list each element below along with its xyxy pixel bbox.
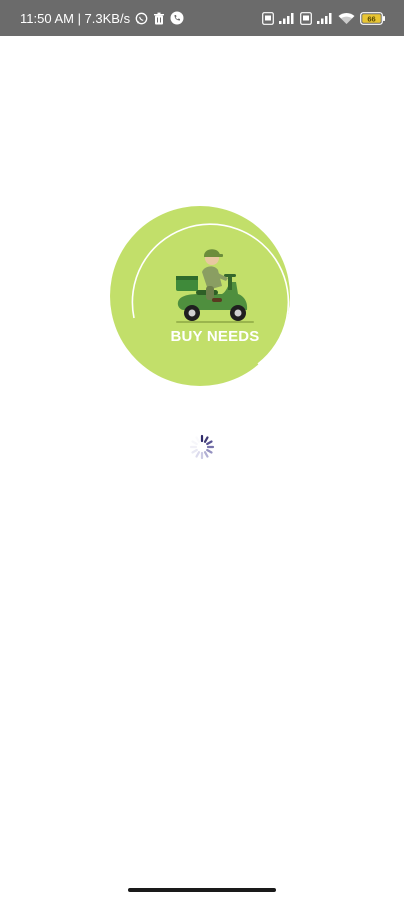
status-time-speed: 11:50 AM | 7.3KB/s [20,10,131,26]
brand-name: BUY NEEDS [170,328,260,345]
whatsapp-icon [135,12,148,25]
trash-icon [153,12,165,25]
status-bar: 11:50 AM | 7.3KB/s 66 [0,0,404,36]
sim-badge-icon [300,11,312,25]
battery-icon: 66 [360,11,386,25]
phone-icon [170,11,184,25]
status-right: 66 [262,11,386,25]
battery-level-text: 66 [367,14,375,23]
status-left: 11:50 AM | 7.3KB/s [20,11,184,26]
loading-spinner-icon [189,434,215,460]
signal-icon [279,12,295,24]
sim-badge-icon [262,11,274,25]
wifi-icon [338,12,355,25]
splash-screen: 11:50 AM | 7.3KB/s 66 BUY NEEDS [0,0,404,900]
app-logo: BUY NEEDS [110,206,290,386]
signal-icon [317,12,333,24]
home-indicator[interactable] [128,888,276,892]
